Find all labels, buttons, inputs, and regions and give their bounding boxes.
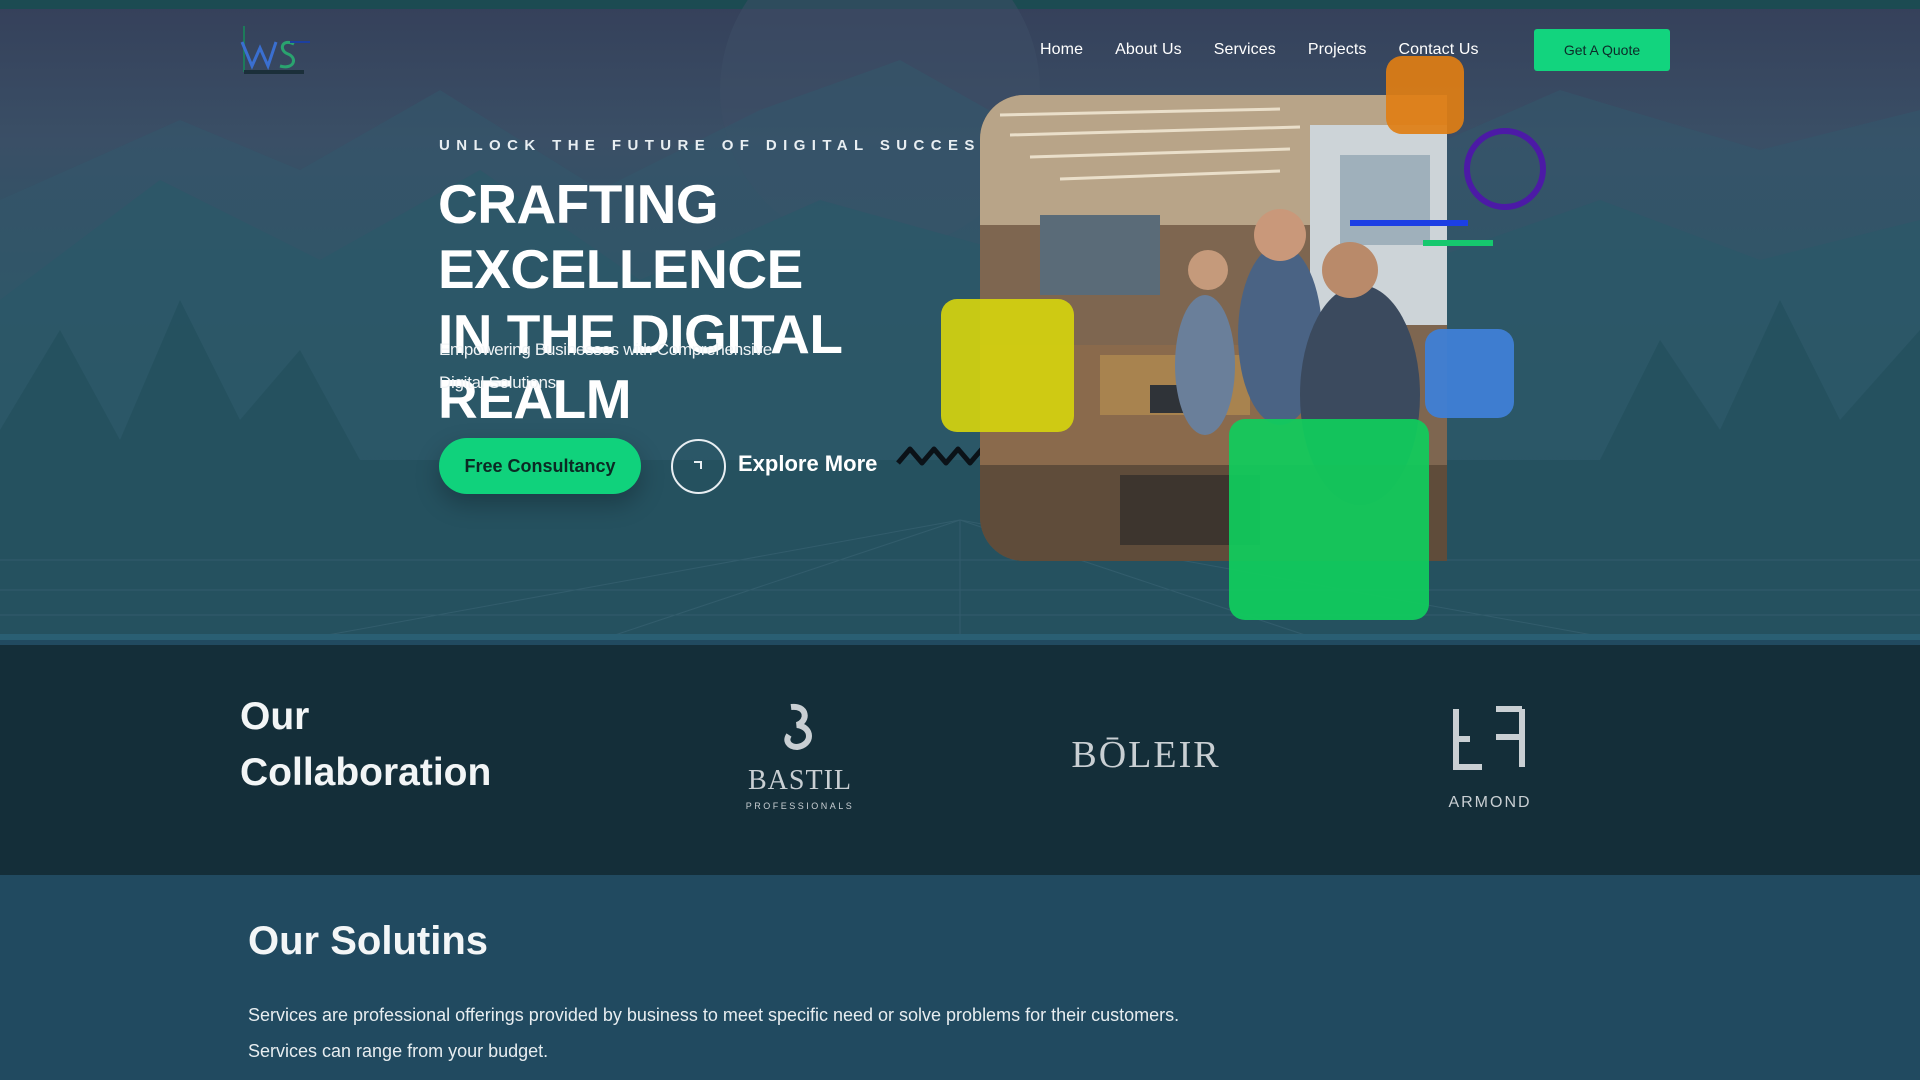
armond-name: ARMOND xyxy=(1448,794,1531,811)
collab-title-line-2: Collaboration xyxy=(240,751,492,794)
nav-services[interactable]: Services xyxy=(1214,36,1276,64)
headline-line-1: CRAFTING EXCELLENCE xyxy=(438,173,803,300)
arrow-icon xyxy=(694,461,702,469)
explore-more-link[interactable]: Explore More xyxy=(738,451,877,477)
green-square-decoration xyxy=(1229,419,1429,620)
hero-eyebrow: UNLOCK THE FUTURE OF DIGITAL SUCCESS xyxy=(439,137,998,154)
orange-square-decoration xyxy=(1386,56,1464,134)
green-line-decoration xyxy=(1423,240,1493,246)
nav-projects[interactable]: Projects xyxy=(1308,36,1367,64)
solutions-text-line-1: Services are professional offerings prov… xyxy=(248,1005,1180,1025)
hero-subline: Empowering Businesses with Comprehensive… xyxy=(439,340,772,392)
partner-logo-boleir: BŌLEIR xyxy=(1068,721,1224,783)
nav-about-us[interactable]: About Us xyxy=(1115,36,1182,64)
armond-emblem-icon: ARMOND xyxy=(1448,706,1531,811)
purple-ring-decoration xyxy=(1464,128,1546,210)
nav-home[interactable]: Home xyxy=(1040,36,1083,64)
solutions-title: Our Solutins xyxy=(248,919,488,963)
yellow-square-decoration xyxy=(941,299,1074,432)
free-consultancy-button[interactable]: Free Consultancy xyxy=(439,438,641,494)
solutions-text-line-2: Services can range from your budget. xyxy=(248,1041,549,1061)
bastil-emblem-icon: BASTIL PROFESSIONALS xyxy=(746,703,855,811)
collaboration-section: Our Collaboration BASTIL PROFESSIONALS B… xyxy=(0,645,1920,875)
brand-logo[interactable] xyxy=(240,22,312,80)
hero-bottom-edge xyxy=(0,634,1920,640)
partner-logo-armond: ARMOND xyxy=(1430,705,1550,815)
collaboration-title: Our Collaboration xyxy=(240,689,491,801)
hero-section: Home About Us Services Projects Contact … xyxy=(0,0,1920,640)
boleir-wordmark-icon: BŌLEIR xyxy=(1071,734,1220,776)
bastil-tagline: PROFESSIONALS xyxy=(746,801,855,811)
blue-line-decoration xyxy=(1350,220,1468,226)
partner-logo-bastil: BASTIL PROFESSIONALS xyxy=(733,701,867,813)
get-a-quote-button[interactable]: Get A Quote xyxy=(1534,29,1670,71)
boleir-name: BŌLEIR xyxy=(1071,734,1220,776)
bastil-name: BASTIL xyxy=(748,765,852,796)
blue-square-decoration xyxy=(1425,329,1514,418)
solutions-description: Services are professional offerings prov… xyxy=(248,997,1248,1069)
collab-title-line-1: Our xyxy=(240,695,310,738)
solutions-section: Our Solutins Services are professional o… xyxy=(0,875,1920,1080)
